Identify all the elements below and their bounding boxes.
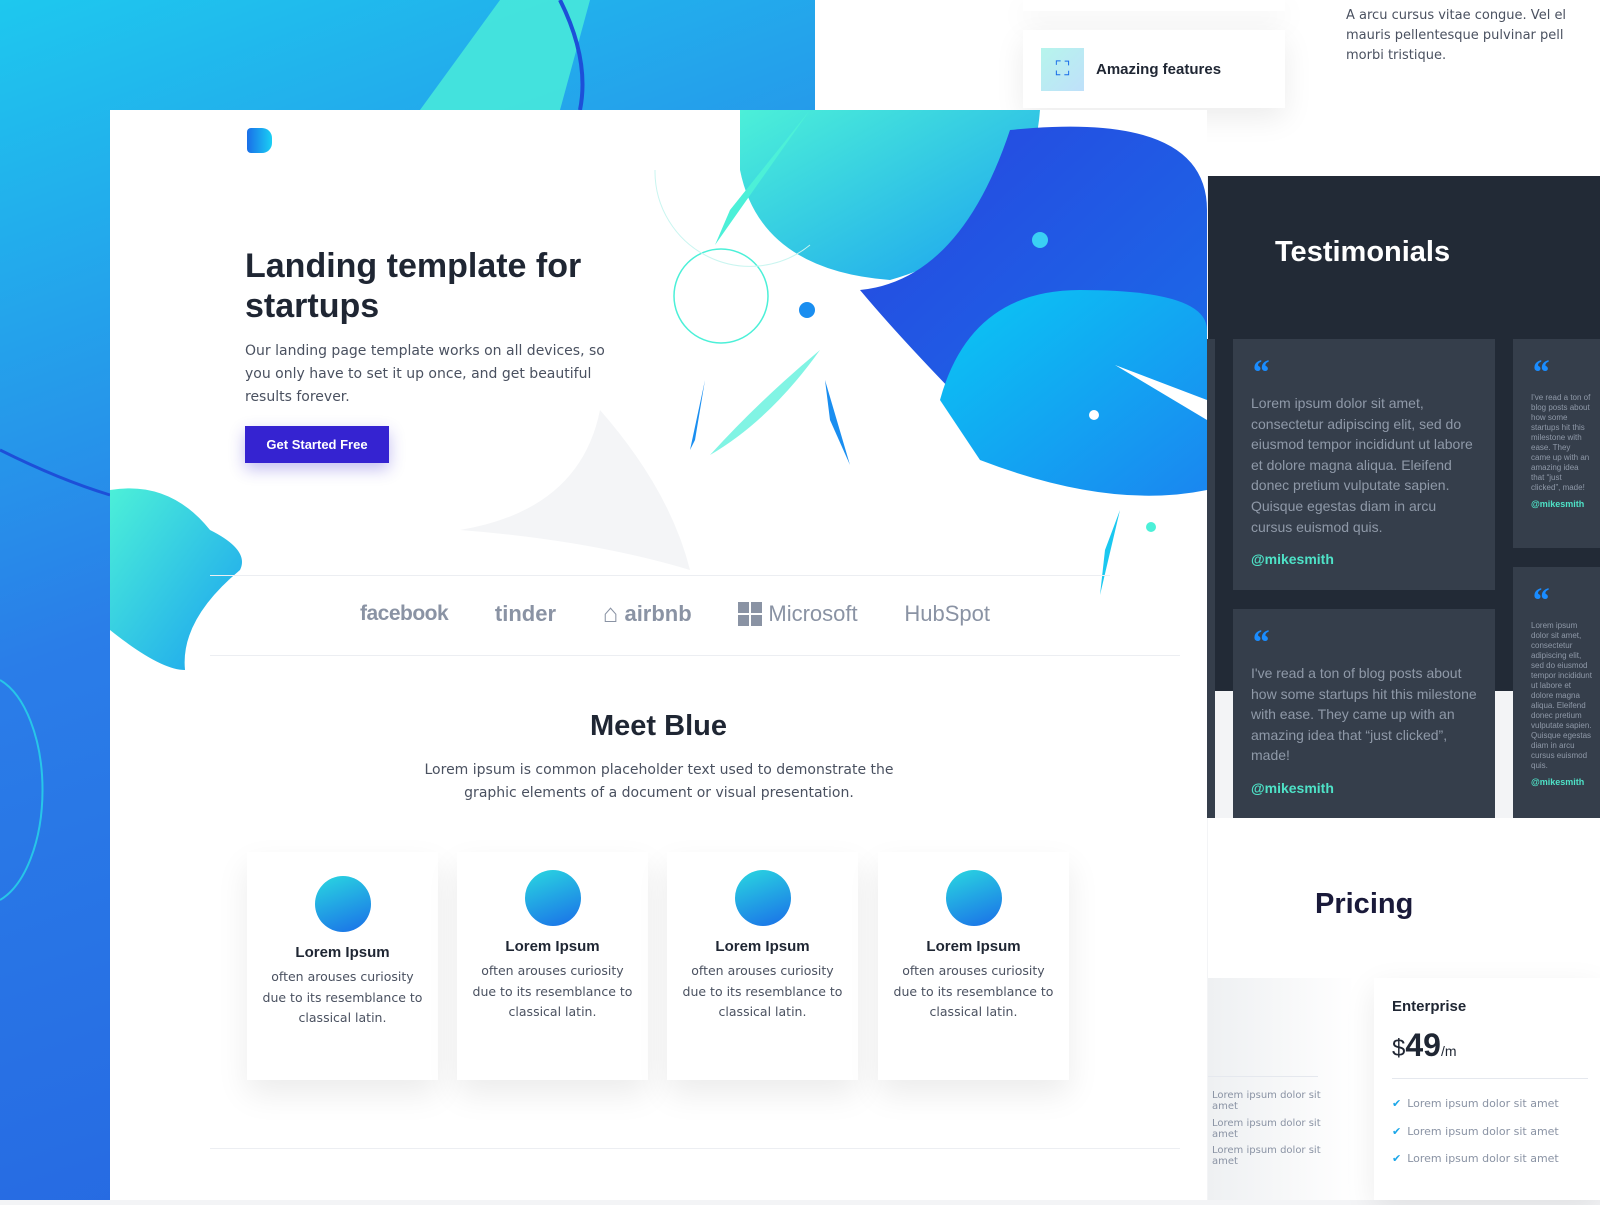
- logo-facebook: facebook: [360, 601, 449, 625]
- logo-airbnb: ⌂ airbnb: [603, 598, 692, 629]
- divider: [210, 655, 1180, 656]
- feature-card: Lorem Ipsum often arouses curiosity due t…: [667, 852, 858, 1080]
- feature-mini-card: [1023, 0, 1285, 11]
- plan-feature: Lorem ipsum dolor sit amet: [1407, 1124, 1559, 1138]
- feature-label: Amazing features: [1096, 60, 1222, 78]
- testimonial-text: I've read a ton of blog posts about how …: [1531, 393, 1591, 492]
- client-logos: facebook tinder ⌂ airbnb Microsoft HubSpo…: [360, 598, 990, 629]
- feature-card-title: Lorem Ipsum: [295, 944, 390, 961]
- features-subtitle: Lorem ipsum is common placeholder text u…: [424, 762, 894, 801]
- paper-plane-icon: [945, 870, 1002, 926]
- testimonial-card: “ Lorem ipsum dolor sit amet, consectetu…: [1513, 567, 1600, 818]
- testimonial-card: “ I've read a ton of blog posts about ho…: [1233, 609, 1495, 818]
- logo-microsoft-text: Microsoft: [768, 600, 858, 626]
- pricing-feature: Lorem ipsum dolor sit amet: [1212, 1145, 1321, 1167]
- testimonial-handle[interactable]: @mikesmith: [1251, 778, 1477, 799]
- plan-feature: Lorem ipsum dolor sit amet: [1407, 1097, 1559, 1110]
- landing-page-preview: Landing template for startups Our landin…: [110, 110, 1207, 1200]
- feature-card-text: often arouses curiosity due to its resem…: [262, 969, 423, 1025]
- testimonial-handle[interactable]: @mikesmith: [1531, 499, 1592, 509]
- get-started-button[interactable]: Get Started Free: [245, 426, 389, 463]
- pricing-feature: Lorem ipsum dolor sit amet: [1212, 1117, 1321, 1140]
- check-icon: ✔: [1392, 1097, 1402, 1110]
- layers-icon: [524, 870, 581, 926]
- moon-icon: [734, 870, 791, 926]
- quote-icon: “: [1531, 580, 1549, 620]
- testimonial-card: “ Lorem ipsum dolor sit amet, consectetu…: [1233, 339, 1495, 590]
- feature-card-text: often arouses curiosity due to its resem…: [893, 963, 1054, 1019]
- feature-card: Lorem Ipsum often arouses curiosity due t…: [878, 852, 1069, 1080]
- feature-mini-card: ⛶ Amazing features: [1023, 30, 1285, 108]
- quote-icon: “: [1251, 622, 1269, 662]
- quote-icon: “: [1251, 352, 1269, 392]
- logo-microsoft: Microsoft: [738, 598, 858, 629]
- feature-card-text: often arouses curiosity due to its resem…: [682, 963, 843, 1019]
- expand-icon: ⛶: [1041, 47, 1084, 91]
- testimonial-handle[interactable]: @mikesmith: [1251, 549, 1477, 570]
- price-period: /m: [1440, 1043, 1457, 1059]
- logo-hubspot: HubSpot: [904, 600, 990, 626]
- divider: [210, 575, 1110, 576]
- divider: [210, 1148, 1180, 1149]
- hero-title: Landing template for startups: [245, 247, 582, 325]
- microsoft-icon: [738, 601, 763, 626]
- feature-card-text: often arouses curiosity due to its resem…: [472, 963, 633, 1019]
- plan-price: $49/m: [1392, 1027, 1588, 1064]
- features-title: Meet Blue: [590, 710, 727, 742]
- testimonial-text: Lorem ipsum dolor sit amet, consectetur …: [1531, 621, 1592, 770]
- plan-feature: Lorem ipsum dolor sit amet: [1407, 1152, 1559, 1165]
- testimonial-text: Lorem ipsum dolor sit amet, consectetur …: [1251, 395, 1473, 535]
- logo-tinder: tinder: [494, 600, 557, 626]
- testimonial-handle[interactable]: @mikesmith: [1531, 777, 1592, 787]
- quote-icon: “: [1531, 352, 1549, 392]
- feature-paragraph: A arcu cursus vitae congue. Vel el mauri…: [1346, 8, 1567, 63]
- testimonials-title: Testimonials: [1275, 236, 1451, 268]
- feature-card: Lorem Ipsum often arouses curiosity due t…: [247, 852, 438, 1080]
- pricing-card-partial: Lorem ipsum dolor sit amet Lorem ipsum d…: [1208, 978, 1355, 1200]
- pricing-title: Pricing: [1315, 888, 1414, 920]
- feature-card-title: Lorem Ipsum: [505, 938, 600, 955]
- check-icon: ✔: [1392, 1124, 1402, 1138]
- feature-card-title: Lorem Ipsum: [715, 938, 810, 955]
- airbnb-icon: ⌂: [602, 598, 619, 628]
- price-amount: 49: [1405, 1027, 1441, 1063]
- feature-card-title: Lorem Ipsum: [926, 938, 1021, 955]
- plan-name: Enterprise: [1392, 998, 1467, 1015]
- logo-airbnb-text: airbnb: [624, 600, 692, 626]
- pricing-card-enterprise: Enterprise $49/m ✔ Lorem ipsum dolor sit …: [1374, 978, 1600, 1200]
- windows-icon: [314, 876, 371, 932]
- feature-card: Lorem Ipsum often arouses curiosity due t…: [457, 852, 648, 1080]
- check-icon: ✔: [1392, 1152, 1402, 1165]
- hero-subtitle: Our landing page template works on all d…: [245, 343, 605, 405]
- brand-logo[interactable]: [247, 128, 272, 153]
- testimonial-text: I've read a ton of blog posts about how …: [1251, 665, 1477, 764]
- pricing-feature: Lorem ipsum dolor sit amet: [1212, 1090, 1321, 1112]
- pricing-feature-list: Lorem ipsum dolor sit amet Lorem ipsum d…: [1212, 1090, 1347, 1173]
- price-currency: $: [1392, 1035, 1406, 1062]
- testimonial-card: “ I've read a ton of blog posts about ho…: [1513, 339, 1600, 548]
